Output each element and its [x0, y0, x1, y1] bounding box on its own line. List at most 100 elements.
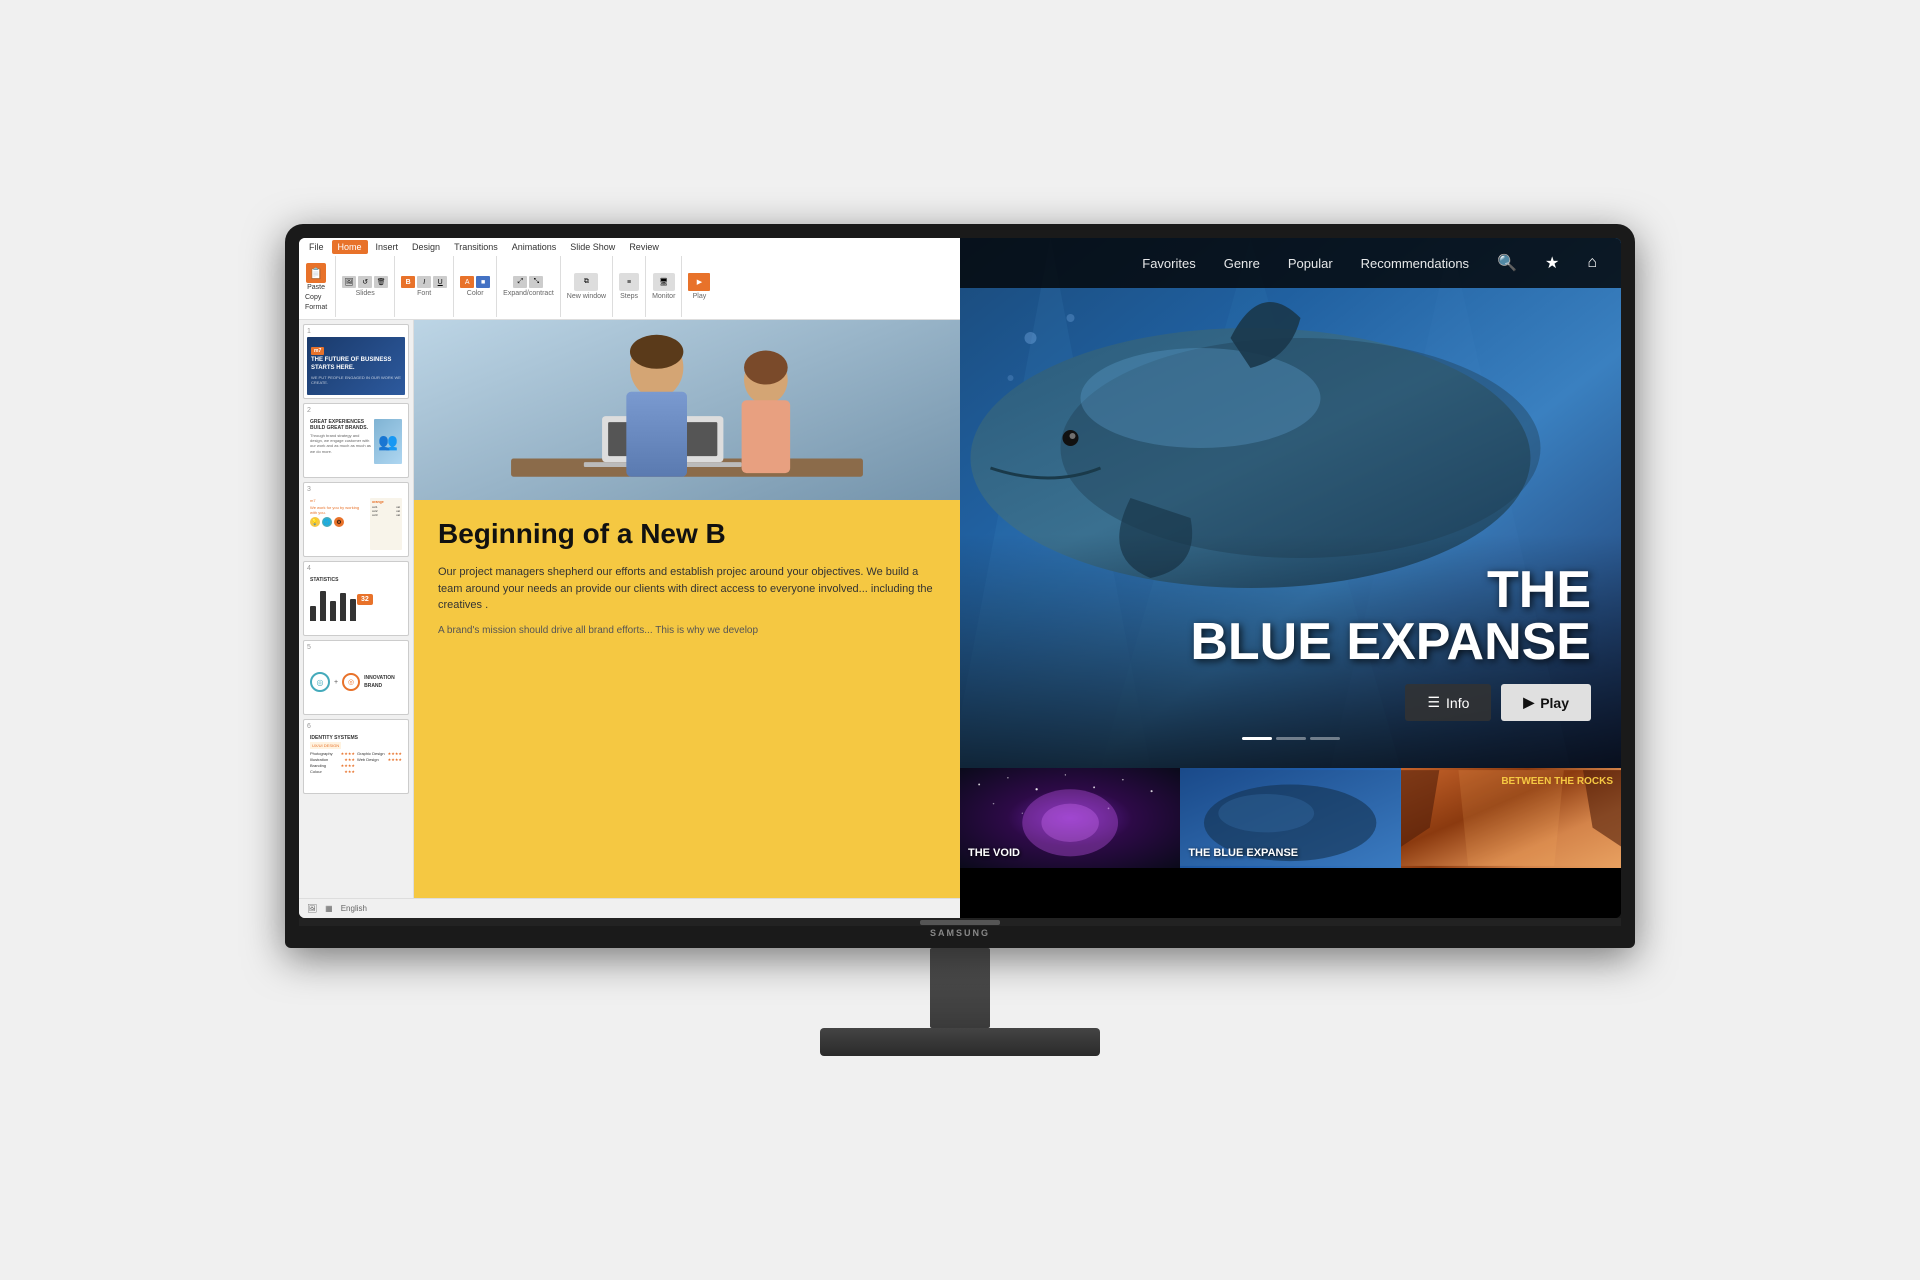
- nav-genre[interactable]: Genre: [1224, 256, 1260, 271]
- innovation-label: INNOVATION: [364, 675, 395, 681]
- slide-thumb-6[interactable]: 6 IDENTITY SYSTEMS UX/UI DESIGN Photogra…: [303, 719, 409, 794]
- slide3-table: orange col1val col2val col3val: [370, 498, 402, 550]
- nav-popular[interactable]: Popular: [1288, 256, 1333, 271]
- reset-icon[interactable]: ↺: [358, 276, 372, 288]
- monitor-label: Monitor: [652, 293, 675, 300]
- bar-3: [330, 601, 336, 621]
- new-window-icon[interactable]: ⧉: [574, 273, 598, 291]
- ppt-tab-file[interactable]: File: [303, 240, 330, 254]
- monitor-stand-base: [820, 1028, 1100, 1056]
- expand-icon[interactable]: ⤢: [513, 276, 527, 288]
- ppt-tabs: File Home Insert Design Transitions Anim…: [303, 240, 956, 254]
- color-row: A ■: [460, 276, 490, 288]
- slide3-subtitle: We work for you by working with you.: [310, 505, 367, 515]
- paste-button[interactable]: 📋 Paste: [303, 261, 329, 293]
- hero-title: THE BLUE EXPANSE: [990, 564, 1591, 668]
- ribbon-arrange-group: ⤢ ⤡ Expand/contract: [503, 256, 561, 317]
- ppt-toolbar: File Home Insert Design Transitions Anim…: [299, 238, 960, 320]
- brand-icon: ◎: [342, 673, 360, 691]
- nav-recommendations[interactable]: Recommendations: [1361, 256, 1469, 271]
- underline-icon[interactable]: U: [433, 276, 447, 288]
- hero-buttons: ☰ Info ▶ Play: [990, 684, 1591, 721]
- ppt-tab-transitions[interactable]: Transitions: [448, 240, 504, 254]
- color-outline-icon[interactable]: ■: [476, 276, 490, 288]
- office-photo: [414, 320, 960, 500]
- slide-thumb-2[interactable]: 2 GREAT EXPERIENCES BUILD GREAT BRANDS. …: [303, 403, 409, 478]
- thumb-whale-label: THE BLUE EXPANSE: [1188, 847, 1298, 860]
- star-icon[interactable]: ★: [1545, 253, 1559, 273]
- bar-4: [340, 593, 346, 621]
- circle-icon-2: 🌐: [322, 517, 332, 527]
- circle-icon-3: ⚙: [334, 517, 344, 527]
- copy-button[interactable]: Copy: [303, 293, 329, 302]
- search-icon[interactable]: 🔍: [1497, 253, 1517, 273]
- font-row: B I U: [401, 276, 447, 288]
- brand-label: BRAND: [364, 683, 395, 689]
- slide2-body: Through brand strategy and design, we en…: [310, 433, 371, 454]
- thumbnail-the-void[interactable]: THE VOID: [960, 768, 1180, 868]
- bold-icon[interactable]: B: [401, 276, 415, 288]
- slide-footer-text: A brand's mission should drive all brand…: [438, 624, 936, 638]
- slide-yellow-section: Beginning of a New B Our project manager…: [414, 500, 960, 898]
- thumbnails-row: THE VOID: [960, 768, 1621, 868]
- slide6-subtitle: UX/UI DESIGN: [310, 742, 341, 749]
- slide6-title: IDENTITY SYSTEMS: [310, 735, 402, 741]
- ribbon-play-group: ▶ Play: [688, 256, 716, 317]
- color-fill-icon[interactable]: A: [460, 276, 474, 288]
- monitor-bottom-bar: [299, 918, 1621, 926]
- ppt-tab-home[interactable]: Home: [332, 240, 368, 254]
- delete-icon[interactable]: 🗑: [374, 276, 388, 288]
- format-button[interactable]: Format: [303, 303, 329, 312]
- ribbon-clipboard-group: 📋 Paste Copy Format: [303, 256, 336, 317]
- dot-2: [1276, 737, 1306, 740]
- view-normal: ▦: [325, 904, 333, 913]
- slide-thumb-1[interactable]: 1 m7 THE FUTURE OF BUSINESS STARTS HERE.…: [303, 324, 409, 399]
- nav-favorites[interactable]: Favorites: [1142, 256, 1195, 271]
- hero-overlay: THE BLUE EXPANSE ☰ Info ▶ Play: [960, 534, 1621, 768]
- monitor-frame: File Home Insert Design Transitions Anim…: [285, 224, 1635, 948]
- ppt-ribbon: 📋 Paste Copy Format 🖼: [303, 256, 956, 317]
- ribbon-window-group: ⧉ New window: [567, 256, 613, 317]
- monitor-notch: [920, 920, 1000, 925]
- play-icon[interactable]: ▶: [688, 273, 710, 291]
- ppt-tab-design[interactable]: Design: [406, 240, 446, 254]
- slide4-title: STATISTICS: [310, 577, 402, 583]
- ppt-tab-animations[interactable]: Animations: [506, 240, 563, 254]
- ppt-tab-review[interactable]: Review: [623, 240, 665, 254]
- monitor-stand-neck: [930, 948, 990, 1028]
- thumbnail-between-rocks[interactable]: BETWEEN THE ROCKS: [1401, 768, 1621, 868]
- slide2-title: GREAT EXPERIENCES BUILD GREAT BRANDS.: [310, 419, 371, 431]
- monitor: File Home Insert Design Transitions Anim…: [260, 224, 1660, 1056]
- slide-thumb-5[interactable]: 5 ◎ + ◎ INNOVATION BRAND: [303, 640, 409, 715]
- clipboard-small-buttons: Copy Format: [303, 293, 329, 312]
- ppt-tab-slideshow[interactable]: Slide Show: [564, 240, 621, 254]
- slide1-badge: m7: [311, 347, 324, 355]
- steps-label: Steps: [620, 293, 638, 300]
- menu-icon: ☰: [1427, 694, 1440, 711]
- chart-area: [310, 586, 402, 621]
- circle-icon-1: 💡: [310, 517, 320, 527]
- slide-thumb-3[interactable]: 3 m7 We work for you by working with you…: [303, 482, 409, 557]
- slides-label: Slides: [356, 290, 375, 297]
- hero-background: THE BLUE EXPANSE ☰ Info ▶ Play: [960, 238, 1621, 768]
- thumbnail-blue-expanse[interactable]: THE BLUE EXPANSE: [1180, 768, 1400, 868]
- contract-icon[interactable]: ⤡: [529, 276, 543, 288]
- slide1-subtitle: WE PUT PEOPLE ENGAGED IN OUR WORK WE CRE…: [311, 375, 401, 385]
- slide-thumb-4[interactable]: 4 STATISTICS: [303, 561, 409, 636]
- play-button[interactable]: ▶ Play: [1501, 684, 1591, 721]
- ribbon-font-group: B I U Font: [401, 256, 454, 317]
- new-slide-icon[interactable]: 🖼: [342, 276, 356, 288]
- streaming-app: Favorites Genre Popular Recommendations …: [960, 238, 1621, 918]
- office-scene: [414, 320, 960, 500]
- streaming-header: Favorites Genre Popular Recommendations …: [960, 238, 1621, 288]
- info-button[interactable]: ☰ Info: [1405, 684, 1491, 721]
- italic-icon[interactable]: I: [417, 276, 431, 288]
- steps-icon[interactable]: ≡: [619, 273, 639, 291]
- office-illustration: [414, 320, 960, 500]
- monitor-icon[interactable]: 🖥: [653, 273, 675, 291]
- home-icon[interactable]: ⌂: [1587, 254, 1597, 272]
- ppt-tab-insert[interactable]: Insert: [370, 240, 405, 254]
- ribbon-monitor-group: 🖥 Monitor: [652, 256, 682, 317]
- play-label: Play: [693, 293, 707, 300]
- dot-1: [1242, 737, 1272, 740]
